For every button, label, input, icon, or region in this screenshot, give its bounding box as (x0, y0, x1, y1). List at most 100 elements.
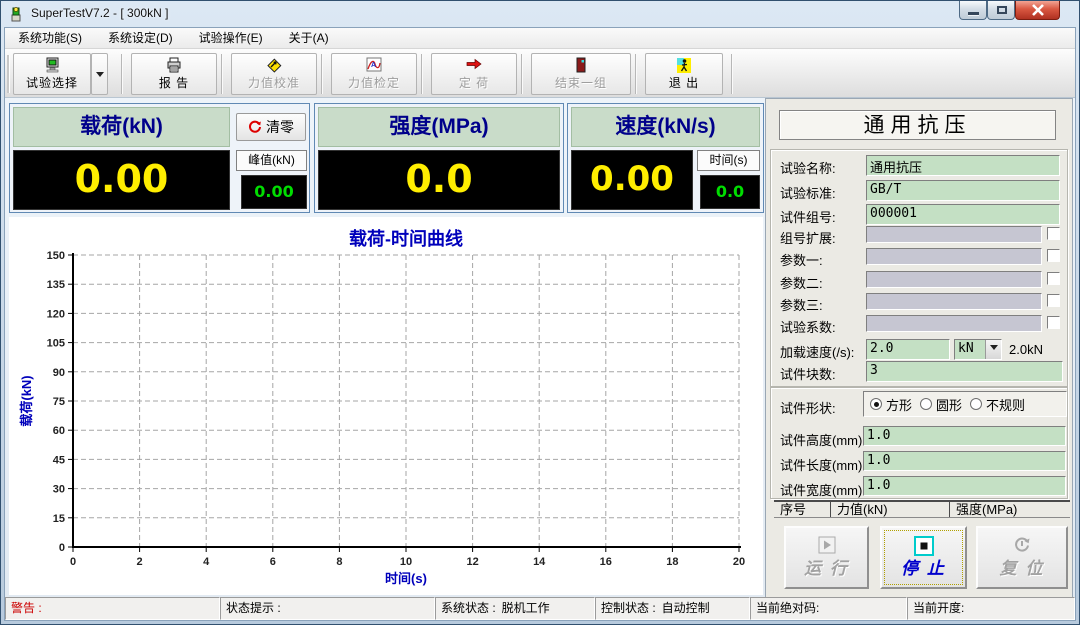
field-label-height: 试件高度(mm): (780, 430, 866, 449)
printer-icon (132, 54, 216, 74)
shape-option-round[interactable]: 圆形 (920, 395, 962, 414)
field-label-test-name: 试验名称: (780, 158, 836, 177)
load-time-chart: 载荷-时间曲线 01530456075901051201351500246810… (9, 217, 763, 595)
column-strength: 强度(MPa) (950, 502, 1070, 517)
minimize-button[interactable] (959, 1, 987, 20)
app-window: SuperTestV7.2 - [ 300kN ] 系统功能(S) 系统设定(D… (0, 0, 1080, 625)
field-label-load-rate: 加载速度(/s): (780, 342, 854, 361)
menu-test-operations[interactable]: 试验操作(E) (186, 28, 276, 49)
column-index: 序号 (774, 502, 831, 517)
time-label: 时间(s) (697, 150, 760, 171)
test-name-input[interactable]: 通用抗压 (866, 155, 1060, 176)
param3-checkbox[interactable] (1047, 294, 1060, 307)
clear-zero-button[interactable]: 清零 (236, 113, 306, 141)
load-rate-unit-select[interactable]: kN (954, 339, 1002, 360)
test-standard-input[interactable]: GB/T (866, 180, 1060, 201)
svg-text:4: 4 (203, 556, 210, 568)
svg-text:A: A (371, 62, 376, 69)
block-count-input[interactable]: 3 (866, 361, 1063, 382)
toolbar-grip (7, 55, 10, 93)
status-hint: 状态提示 : (220, 597, 435, 620)
speed-display-group: 速度(kN/s) 0.00 时间(s) 0.0 (567, 103, 764, 213)
svg-text:2: 2 (137, 556, 143, 568)
field-label-shape: 试件形状: (780, 398, 836, 417)
peak-value: 0.00 (241, 175, 307, 209)
svg-text:15: 15 (53, 513, 65, 525)
force-calibration-button: 力值校准 (231, 53, 317, 95)
load-value: 0.00 (13, 150, 230, 210)
exit-button[interactable]: 退 出 (645, 53, 723, 95)
status-control-state: 控制状态 :自动控制 (595, 597, 750, 620)
specimen-height-input[interactable]: 1.0 (863, 426, 1066, 446)
load-rate-input[interactable]: 2.0 (866, 339, 950, 360)
field-label-param3: 参数三: (780, 295, 823, 314)
minimize-icon (968, 12, 979, 15)
svg-text:20: 20 (733, 556, 745, 568)
curve-chart-icon: A (332, 54, 416, 74)
shape-radio-group: 方形 圆形 不规则 (863, 391, 1067, 417)
time-value: 0.0 (700, 175, 760, 209)
exit-walk-icon (646, 54, 722, 74)
load-header: 载荷(kN) (13, 107, 230, 147)
chart-plot-area: 0153045607590105120135150024681012141618… (9, 217, 763, 595)
status-system-state: 系统状态 :脱机工作 (435, 597, 595, 620)
door-icon (532, 54, 630, 74)
param3-input (866, 293, 1042, 310)
menu-about[interactable]: 关于(A) (276, 28, 342, 49)
force-verification-button: A 力值检定 (331, 53, 417, 95)
group-ext-input (866, 226, 1042, 243)
load-rate-display: 2.0kN (1009, 342, 1043, 357)
reset-icon (978, 528, 1066, 554)
shape-option-irregular[interactable]: 不规则 (970, 395, 1025, 414)
specimen-width-input[interactable]: 1.0 (863, 476, 1066, 496)
field-label-width: 试件宽度(mm): (780, 480, 866, 499)
main-content: 载荷(kN) 清零 0.00 峰值(kN) 0.00 强度(MPa) 0.0 (5, 98, 1075, 597)
chevron-down-icon (96, 72, 104, 77)
maximize-icon (997, 6, 1007, 14)
field-label-coefficient: 试验系数: (780, 317, 836, 336)
field-label-length: 试件长度(mm): (780, 455, 866, 474)
menu-system-settings[interactable]: 系统设定(D) (95, 28, 186, 49)
app-icon (8, 6, 24, 22)
svg-text:14: 14 (533, 556, 546, 568)
reset-button: 复 位 (976, 526, 1068, 589)
test-select-button[interactable]: 试验选择 (13, 53, 91, 95)
group-ext-checkbox[interactable] (1047, 227, 1060, 240)
param2-checkbox[interactable] (1047, 272, 1060, 285)
shape-option-square[interactable]: 方形 (870, 395, 912, 414)
stop-button[interactable]: 停 止 (880, 526, 967, 589)
status-absolute-code: 当前绝对码: (750, 597, 907, 620)
field-label-block-count: 试件块数: (780, 364, 836, 383)
close-button[interactable] (1015, 1, 1060, 20)
constant-load-button: 定 荷 (431, 53, 517, 95)
param2-input (866, 271, 1042, 288)
menu-system-functions[interactable]: 系统功能(S) (5, 28, 95, 49)
coefficient-input (866, 315, 1042, 332)
window-title: SuperTestV7.2 - [ 300kN ] (31, 6, 168, 20)
column-force: 力值(kN) (831, 502, 950, 517)
param1-checkbox[interactable] (1047, 249, 1060, 262)
load-rate-unit-value: kN (958, 341, 974, 356)
strength-header: 强度(MPa) (318, 107, 560, 147)
combo-drop-button[interactable] (985, 340, 1001, 359)
group-number-input[interactable]: 000001 (866, 204, 1060, 225)
param1-input (866, 248, 1042, 265)
svg-text:16: 16 (600, 556, 612, 568)
svg-text:时间(s): 时间(s) (385, 571, 427, 586)
svg-text:30: 30 (53, 484, 65, 496)
maximize-button[interactable] (987, 1, 1015, 20)
field-label-param1: 参数一: (780, 250, 823, 269)
test-select-dropdown[interactable] (91, 53, 108, 95)
radio-square[interactable] (870, 398, 882, 410)
test-type-title: 通用抗压 (779, 110, 1056, 140)
coefficient-checkbox[interactable] (1047, 316, 1060, 329)
specimen-length-input[interactable]: 1.0 (863, 451, 1066, 471)
radio-irregular[interactable] (970, 398, 982, 410)
report-button[interactable]: 报 告 (131, 53, 217, 95)
svg-text:45: 45 (53, 454, 65, 466)
test-settings-panel: 通用抗压 试验名称: 通用抗压 试验标准: GB/T 试件组号: 000001 … (765, 98, 1073, 599)
close-icon (1031, 4, 1045, 16)
clear-refresh-icon (248, 120, 262, 134)
svg-text:18: 18 (666, 556, 678, 568)
radio-round[interactable] (920, 398, 932, 410)
